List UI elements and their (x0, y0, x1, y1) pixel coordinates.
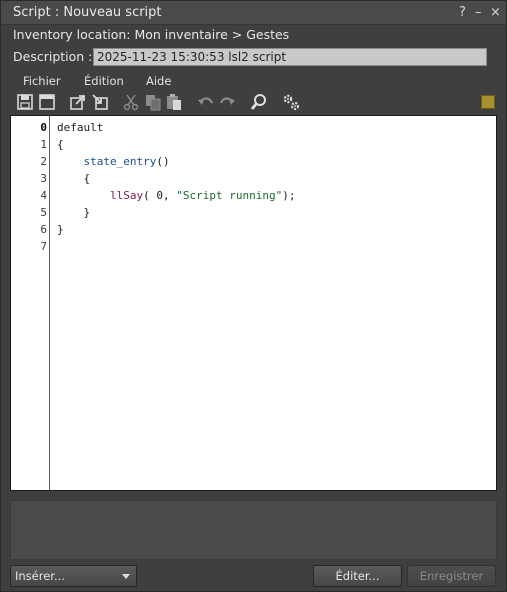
code-line[interactable]: } (57, 204, 90, 221)
insert-dropdown-label: Insérer... (15, 569, 65, 583)
code-token: state_entry (83, 155, 157, 168)
code-token: () (156, 155, 170, 168)
code-token: } (57, 206, 91, 219)
code-line[interactable]: state_entry() (57, 153, 170, 170)
undo-icon[interactable] (196, 92, 216, 112)
cut-icon[interactable] (121, 92, 141, 112)
code-editor[interactable]: 0 1 2 3 4 5 6 7 default { state_entry() … (10, 115, 497, 491)
line-number: 6 (40, 223, 47, 236)
line-number: 5 (40, 206, 47, 219)
code-line[interactable]: llSay( 0, "Script running"); (57, 187, 295, 204)
code-token: { (57, 172, 91, 185)
code-line[interactable]: { (57, 136, 64, 153)
code-token: llSay (109, 189, 144, 202)
insert-dropdown[interactable]: Insérer... (10, 565, 137, 587)
inventory-location: Inventory location: Mon inventaire > Ges… (13, 27, 290, 42)
edit-button[interactable]: Éditer... (313, 565, 402, 587)
save-button[interactable]: Enregistrer (407, 565, 496, 587)
code-token: default (57, 121, 104, 134)
code-token: ( 0, (143, 189, 177, 202)
line-number: 2 (40, 155, 47, 168)
line-number: 3 (40, 172, 47, 185)
settings-icon[interactable] (281, 92, 301, 112)
save-icon[interactable] (15, 92, 35, 112)
close-button[interactable]: × (490, 5, 501, 20)
description-field[interactable] (93, 48, 487, 66)
code-token: { (57, 138, 64, 151)
script-status-indicator (481, 95, 495, 109)
code-token: ); (282, 189, 296, 202)
copy-icon[interactable] (143, 92, 163, 112)
message-panel (10, 500, 497, 560)
save-as-icon[interactable] (37, 92, 57, 112)
help-button[interactable]: ? (459, 5, 466, 20)
load-from-file-icon[interactable] (90, 92, 110, 112)
line-number: 4 (40, 189, 47, 202)
redo-icon[interactable] (217, 92, 237, 112)
line-number: 7 (40, 240, 47, 253)
script-editor-window: Script : Nouveau script ? – × Inventory … (0, 0, 507, 592)
code-line[interactable]: { (57, 170, 90, 187)
paste-icon[interactable] (164, 92, 184, 112)
line-number: 0 (40, 121, 47, 134)
search-icon[interactable] (249, 92, 269, 112)
title-bar[interactable]: Script : Nouveau script ? – × (1, 1, 506, 25)
line-number-gutter: 0 1 2 3 4 5 6 7 (11, 116, 50, 490)
code-token: } (57, 223, 64, 236)
external-editor-icon[interactable] (68, 92, 88, 112)
line-number: 1 (40, 138, 47, 151)
menu-edition[interactable]: Édition (84, 74, 124, 88)
code-token: "Script running" (176, 189, 283, 202)
code-line[interactable]: default (57, 119, 103, 136)
description-label: Description : (13, 49, 93, 64)
window-title: Script : Nouveau script (13, 5, 162, 20)
menu-fichier[interactable]: Fichier (23, 74, 61, 88)
minimize-button[interactable]: – (475, 5, 482, 20)
menu-aide[interactable]: Aide (146, 74, 171, 88)
code-line[interactable]: } (57, 221, 64, 238)
toolbar (1, 91, 506, 113)
chevron-down-icon (122, 574, 130, 579)
